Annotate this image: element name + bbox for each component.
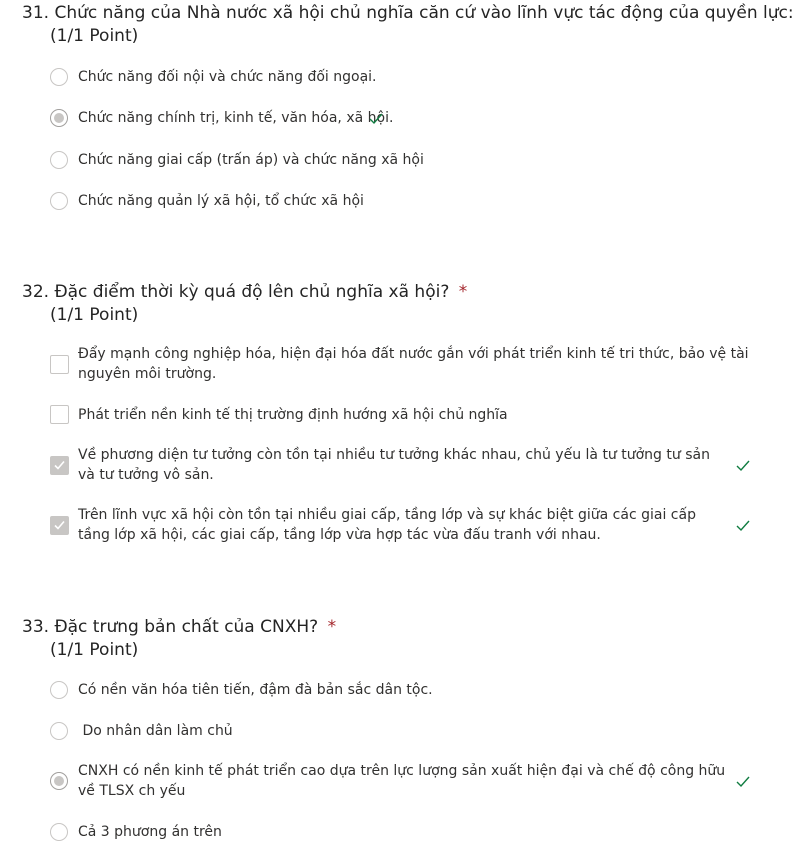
question-text: Đặc điểm thời kỳ quá độ lên chủ nghĩa xã…: [54, 282, 450, 302]
option-radio[interactable]: Có nền văn hóa tiên tiến, đậm đà bản sắc…: [50, 680, 770, 700]
question-32: 32. Đặc điểm thời kỳ quá độ lên chủ nghĩ…: [0, 281, 800, 551]
checkmark-icon: [54, 460, 65, 470]
option-label: Cả 3 phương án trên: [78, 824, 222, 840]
radio-button[interactable]: [50, 722, 68, 740]
option-radio[interactable]: CNXH có nền kinh tế phát triển cao dựa t…: [50, 761, 770, 801]
correct-check-icon: [736, 460, 750, 472]
question-points: (1/1 Point): [50, 305, 139, 325]
correct-check-icon: [369, 113, 383, 125]
option-checkbox[interactable]: Phát triển nền kinh tế thị trường định h…: [50, 405, 770, 425]
radio-button-selected[interactable]: [50, 109, 68, 127]
option-radio[interactable]: Chức năng giai cấp (trấn áp) và chức năn…: [50, 150, 770, 170]
option-radio[interactable]: Chức năng đối nội và chức năng đối ngoại…: [50, 67, 770, 87]
radio-button[interactable]: [50, 681, 68, 699]
option-label: Chức năng quản lý xã hội, tổ chức xã hội: [78, 193, 364, 209]
correct-check-icon: [736, 776, 750, 788]
option-radio[interactable]: Cả 3 phương án trên: [50, 822, 770, 842]
correct-check-icon: [736, 520, 750, 532]
question-points: (1/1 Point): [50, 26, 139, 46]
checkmark-icon: [54, 520, 65, 530]
checkbox-checked[interactable]: [50, 516, 69, 535]
question-title: 32. Đặc điểm thời kỳ quá độ lên chủ nghĩ…: [22, 281, 467, 303]
option-label: Phát triển nền kinh tế thị trường định h…: [78, 407, 508, 423]
question-points: (1/1 Point): [50, 640, 139, 660]
option-label: Đẩy mạnh công nghiệp hóa, hiện đại hóa đ…: [78, 346, 749, 382]
radio-button[interactable]: [50, 151, 68, 169]
checkbox-checked[interactable]: [50, 456, 69, 475]
question-text: Đặc trưng bản chất của CNXH?: [54, 617, 319, 637]
question-text: Chức năng của Nhà nước xã hội chủ nghĩa …: [54, 3, 794, 23]
required-asterisk: *: [458, 282, 468, 302]
option-label: CNXH có nền kinh tế phát triển cao dựa t…: [78, 763, 726, 799]
option-checkbox[interactable]: Đẩy mạnh công nghiệp hóa, hiện đại hóa đ…: [50, 344, 770, 384]
checkbox[interactable]: [50, 355, 69, 374]
radio-button-selected[interactable]: [50, 772, 68, 790]
option-checkbox[interactable]: Trên lĩnh vực xã hội còn tồn tại nhiều g…: [50, 505, 770, 545]
required-asterisk: *: [327, 617, 337, 637]
option-label: Chức năng giai cấp (trấn áp) và chức năn…: [78, 152, 424, 168]
question-31: 31. Chức năng của Nhà nước xã hội chủ ng…: [0, 2, 800, 222]
option-radio[interactable]: Do nhân dân làm chủ: [50, 721, 770, 741]
option-label: Có nền văn hóa tiên tiến, đậm đà bản sắc…: [78, 682, 433, 698]
checkbox[interactable]: [50, 405, 69, 424]
question-33: 33. Đặc trưng bản chất của CNXH? * (1/1 …: [0, 616, 800, 856]
question-title: 31. Chức năng của Nhà nước xã hội chủ ng…: [22, 2, 800, 24]
option-label: Chức năng đối nội và chức năng đối ngoại…: [78, 69, 377, 85]
option-label: Về phương diện tư tưởng còn tồn tại nhiề…: [78, 447, 710, 483]
radio-button[interactable]: [50, 68, 68, 86]
option-label: Chức năng chính trị, kinh tế, văn hóa, x…: [78, 110, 394, 126]
radio-button[interactable]: [50, 192, 68, 210]
radio-button[interactable]: [50, 823, 68, 841]
question-number: 32.: [22, 282, 50, 302]
option-label: Trên lĩnh vực xã hội còn tồn tại nhiều g…: [78, 507, 696, 543]
option-label: Do nhân dân làm chủ: [78, 723, 233, 739]
question-number: 33.: [22, 617, 50, 637]
option-radio[interactable]: Chức năng quản lý xã hội, tổ chức xã hội: [50, 191, 770, 211]
question-title: 33. Đặc trưng bản chất của CNXH? *: [22, 616, 336, 638]
option-radio[interactable]: Chức năng chính trị, kinh tế, văn hóa, x…: [50, 108, 770, 128]
question-number: 31.: [22, 3, 50, 23]
option-checkbox[interactable]: Về phương diện tư tưởng còn tồn tại nhiề…: [50, 445, 770, 485]
